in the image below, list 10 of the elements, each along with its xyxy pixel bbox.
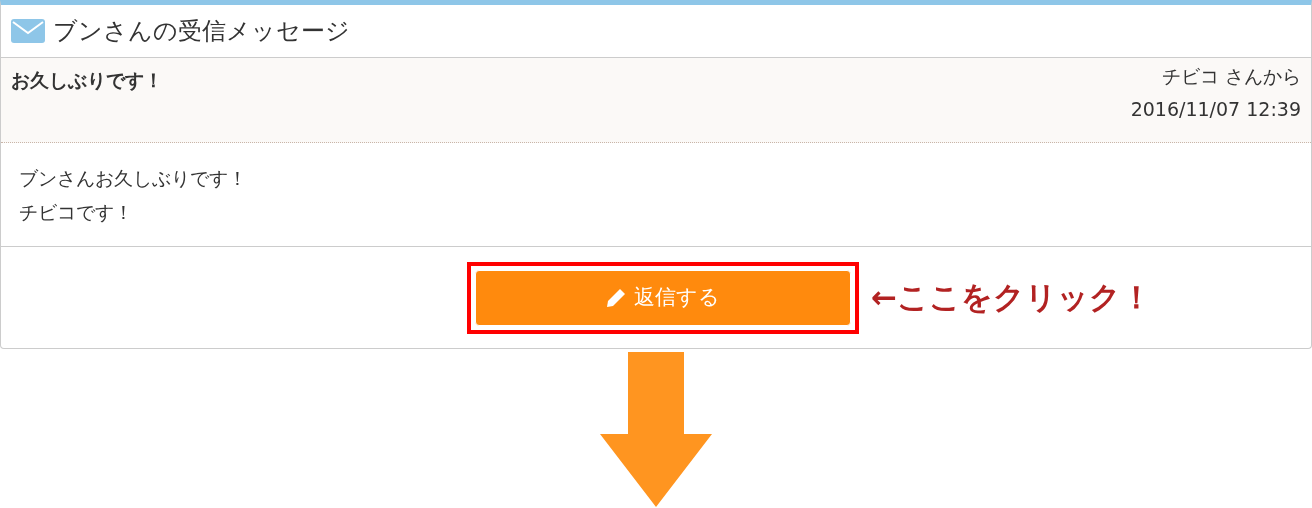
message-subject: お久しぶりです！: [11, 68, 163, 93]
sender-name: チビコ さんから: [1160, 64, 1301, 89]
reply-button[interactable]: 返信する: [475, 269, 851, 326]
panel-title: ブンさんの受信メッセージ: [53, 16, 350, 47]
message-line: チビコです！: [19, 200, 134, 225]
annotation-text: ←ここをクリック！: [871, 278, 1152, 318]
pencil-icon: [606, 287, 626, 308]
message-line: ブンさんお久しぶりです！: [19, 166, 248, 191]
message-date: 2016/11/07 12:39: [1130, 97, 1301, 122]
envelope-icon: [11, 19, 45, 43]
